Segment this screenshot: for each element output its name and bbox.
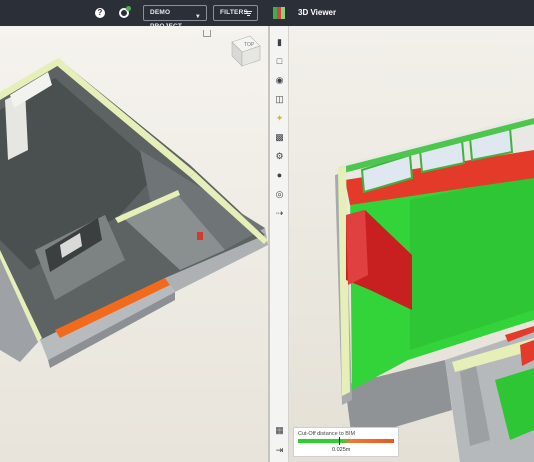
deviation-legend: Cut-Off distance to BIM 0.025m (293, 427, 399, 457)
status-indicator-dot (126, 6, 131, 11)
legend-cutoff-marker[interactable] (339, 437, 340, 445)
project-select-button[interactable]: DEMO PROJECT ▼ (143, 5, 207, 30)
view-title: 3D Viewer (298, 8, 337, 17)
export-icon[interactable]: ⇢ (273, 207, 286, 220)
viewcube-label: TOP (244, 42, 255, 48)
person-icon[interactable]: ● (273, 169, 286, 182)
legend-color-scale (298, 439, 394, 443)
settings-icon[interactable]: ⚙ (273, 150, 286, 163)
collapse-icon[interactable]: ⇥ (273, 444, 286, 457)
filter-icon (244, 10, 252, 17)
tag-icon[interactable]: ◫ (273, 93, 286, 106)
app-logo-icon (273, 7, 285, 19)
language-flag-icon[interactable]: ▦ (273, 424, 286, 437)
pointcloud-viewport[interactable]: TOP (0, 26, 268, 462)
side-toolbar: ▮ □ ◉ ◫ ✦ ▩ ⚙ ● ◎ ⇢ ▦ ⇥ (270, 26, 289, 462)
legend-cutoff-value: 0.025m (332, 447, 351, 453)
chevron-down-icon: ▼ (194, 14, 201, 20)
top-bar: ? DEMO PROJECT ▼ FILTERS 3D Viewer (0, 0, 534, 30)
home-view-icon[interactable] (203, 30, 211, 37)
scan-icon[interactable]: ✦ (273, 112, 286, 125)
bim-deviation-model (335, 118, 534, 462)
chart-icon[interactable]: ▮ (273, 36, 286, 49)
antenna-icon[interactable]: ◉ (273, 74, 286, 87)
building-icon[interactable]: ▩ (273, 131, 286, 144)
filters-button[interactable]: FILTERS (213, 5, 258, 21)
bim-comparison-viewport[interactable] (289, 26, 534, 462)
document-icon[interactable]: □ (273, 55, 286, 68)
legend-title: Cut-Off distance to BIM (298, 431, 356, 437)
globe-icon[interactable]: ◎ (273, 188, 286, 201)
help-icon[interactable]: ? (95, 8, 105, 18)
viewcube[interactable]: TOP (224, 28, 264, 72)
pointcloud-model (0, 58, 268, 368)
